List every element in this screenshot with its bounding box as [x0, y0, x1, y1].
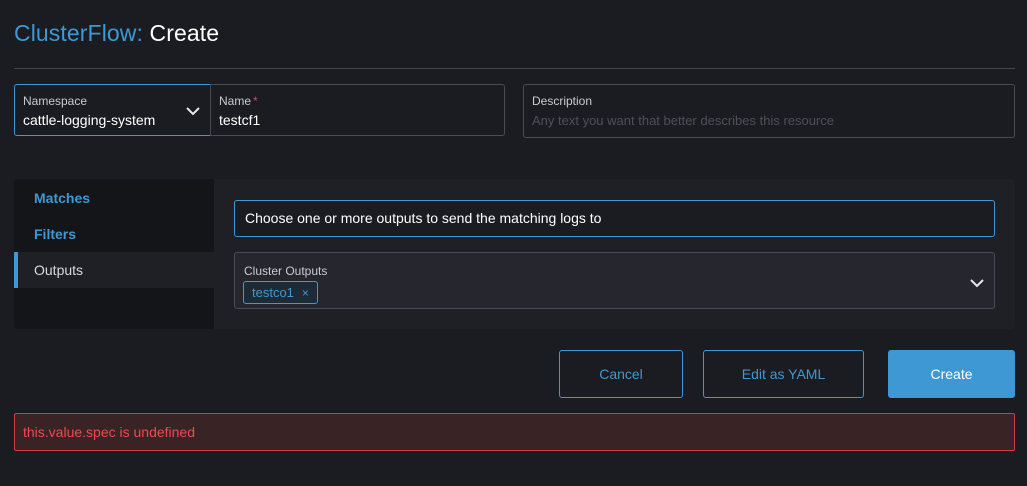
outputs-info-banner: Choose one or more outputs to send the m…: [234, 200, 995, 237]
selected-output-chip: testco1 ×: [243, 281, 318, 304]
side-tab-list: Matches Filters Outputs: [14, 179, 214, 329]
chip-label: testco1: [252, 285, 294, 300]
name-label: Name *: [219, 94, 258, 108]
required-marker: *: [253, 94, 258, 108]
title-divider: [14, 68, 1015, 69]
tab-filters[interactable]: Filters: [14, 216, 214, 252]
tab-outputs[interactable]: Outputs: [14, 252, 214, 288]
namespace-select[interactable]: Namespace cattle-logging-system: [14, 84, 211, 136]
edit-as-yaml-button[interactable]: Edit as YAML: [703, 350, 864, 398]
page-title: ClusterFlow: Create: [14, 20, 219, 47]
cluster-outputs-label: Cluster Outputs: [244, 264, 328, 278]
name-field[interactable]: Name * testcf1: [210, 84, 505, 136]
close-icon[interactable]: ×: [302, 286, 309, 300]
namespace-value: cattle-logging-system: [23, 112, 156, 128]
cancel-button[interactable]: Cancel: [559, 350, 683, 398]
create-button[interactable]: Create: [888, 350, 1015, 398]
error-banner: this.value.spec is undefined: [14, 413, 1015, 451]
chevron-down-icon[interactable]: [969, 275, 985, 291]
breadcrumb-resource[interactable]: ClusterFlow:: [14, 20, 143, 46]
description-label: Description: [532, 94, 593, 108]
description-field[interactable]: Description Any text you want that bette…: [523, 84, 1015, 138]
page: ClusterFlow: Create Namespace cattle-log…: [0, 0, 1027, 486]
breadcrumb-action: Create: [149, 20, 220, 46]
description-input[interactable]: Any text you want that better describes …: [532, 113, 834, 128]
chevron-down-icon: [186, 107, 200, 116]
tab-matches[interactable]: Matches: [14, 180, 214, 216]
namespace-label: Namespace: [23, 94, 88, 108]
name-input[interactable]: testcf1: [219, 112, 260, 128]
cluster-outputs-select[interactable]: Cluster Outputs testco1 ×: [234, 252, 995, 309]
